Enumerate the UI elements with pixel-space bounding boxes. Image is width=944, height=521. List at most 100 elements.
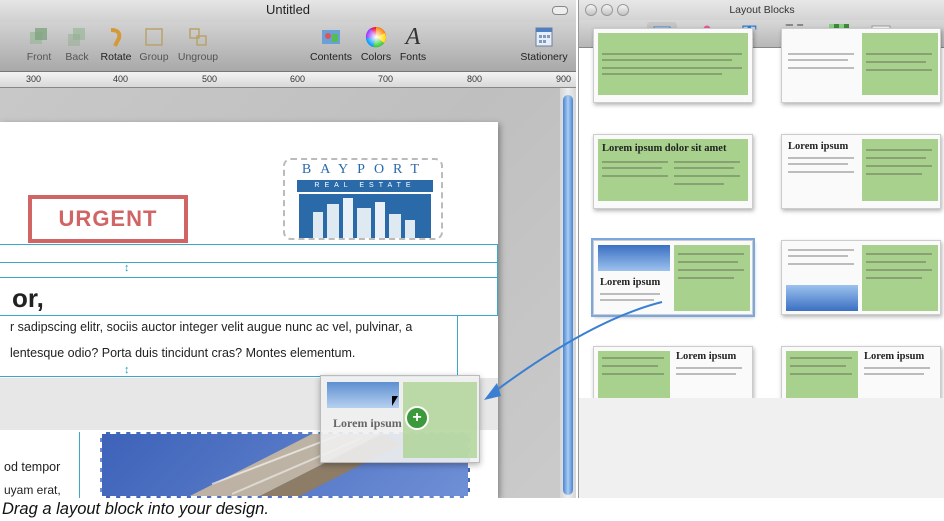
- text-line: [866, 269, 932, 271]
- layout-block[interactable]: Lorem ipsum dolor sit amet: [593, 134, 753, 209]
- ruler-tick: 400: [113, 74, 129, 84]
- colors-label: Colors: [360, 51, 392, 63]
- ghost-image: [327, 382, 399, 408]
- lower-text-line[interactable]: od tempor: [4, 460, 60, 474]
- panel-title: Layout Blocks: [579, 0, 944, 20]
- text-line: [678, 253, 744, 255]
- block-heading: Lorem ipsum: [676, 351, 737, 362]
- front-button[interactable]: Front: [26, 26, 52, 63]
- layout-block[interactable]: [781, 240, 941, 315]
- text-line: [674, 161, 740, 163]
- text-line: [864, 373, 924, 375]
- logo-subtitle: REAL ESTATE: [297, 180, 433, 192]
- panel-zoom-button[interactable]: [617, 4, 629, 16]
- colors-button[interactable]: Colors: [360, 26, 392, 63]
- lower-text-line[interactable]: uyam erat,: [4, 483, 61, 497]
- ruler-tick: 800: [467, 74, 483, 84]
- text-line: [788, 249, 854, 251]
- text-line: [866, 165, 932, 167]
- caption: Drag a layout block into your design.: [0, 498, 944, 521]
- window-title: Untitled: [0, 0, 576, 22]
- rotate-icon: [110, 28, 122, 47]
- text-line: [676, 373, 736, 375]
- stationery-button[interactable]: Stationery: [516, 26, 572, 63]
- layout-block[interactable]: Lorem ipsum: [781, 134, 941, 209]
- text-line: [866, 53, 932, 55]
- logo-name: BAYPORT: [301, 162, 429, 177]
- text-line: [788, 59, 848, 61]
- text-line: [602, 67, 742, 69]
- text-line: [788, 53, 854, 55]
- text-line: [602, 59, 732, 61]
- block-heading: Lorem ipsum dolor sit amet: [602, 143, 727, 154]
- front-label: Front: [26, 51, 52, 63]
- ungroup-button[interactable]: Ungroup: [176, 26, 220, 63]
- text-line: [678, 277, 734, 279]
- panel-minimize-button[interactable]: [601, 4, 613, 16]
- fonts-label: Fonts: [399, 51, 427, 63]
- group-button[interactable]: Group: [138, 26, 170, 63]
- dragged-layout-block[interactable]: Lorem ipsum +: [320, 375, 480, 463]
- ungroup-label: Ungroup: [177, 51, 219, 63]
- text-line: [602, 161, 668, 163]
- fonts-button[interactable]: A Fonts: [399, 24, 427, 63]
- document-heading[interactable]: or,: [12, 283, 44, 314]
- layout-blocks-panel: Layout Blocks T: [578, 0, 944, 498]
- text-line: [866, 277, 922, 279]
- back-label: Back: [65, 51, 89, 63]
- text-line: [788, 157, 854, 159]
- ruler-tick: 600: [290, 74, 306, 84]
- rotate-label: Rotate: [100, 51, 132, 63]
- text-line: [866, 157, 926, 159]
- window-zoom-button[interactable]: [552, 6, 568, 15]
- resize-handle-icon[interactable]: ↕: [124, 262, 130, 274]
- text-line: [600, 299, 654, 301]
- text-line: [600, 293, 660, 295]
- toolbar: Front Back Rotate Group Ungroup Contents: [0, 22, 576, 72]
- fonts-icon: A: [405, 24, 421, 50]
- text-line: [674, 175, 740, 177]
- text-line: [866, 149, 932, 151]
- urgent-stamp[interactable]: URGENT: [28, 195, 188, 243]
- mouse-cursor-icon: [392, 396, 404, 406]
- layout-block[interactable]: [593, 28, 753, 103]
- text-line: [602, 365, 658, 367]
- layout-block[interactable]: [781, 28, 941, 103]
- block-green-area: [862, 33, 938, 95]
- text-line: [866, 173, 922, 175]
- stationery-label: Stationery: [520, 51, 568, 63]
- add-plus-icon: +: [405, 406, 429, 430]
- group-label: Group: [139, 51, 169, 63]
- text-line: [602, 357, 664, 359]
- bayport-logo[interactable]: BAYPORT REAL ESTATE: [283, 158, 443, 240]
- text-line: [788, 67, 854, 69]
- contents-button[interactable]: Contents: [308, 26, 354, 63]
- text-line: [788, 163, 848, 165]
- contents-icon: [322, 30, 340, 44]
- back-button[interactable]: Back: [64, 26, 90, 63]
- text-line: [866, 253, 932, 255]
- panel-empty-area: [579, 398, 944, 498]
- panel-close-button[interactable]: [585, 4, 597, 16]
- ruler-tick: 300: [26, 74, 42, 84]
- body-text-line[interactable]: r sadipscing elitr, sociis auctor intege…: [10, 320, 412, 334]
- resize-handle-icon[interactable]: ↕: [124, 364, 130, 376]
- scrollbar-thumb[interactable]: [563, 95, 573, 495]
- text-line: [866, 261, 926, 263]
- text-line: [864, 367, 930, 369]
- text-line: [678, 261, 738, 263]
- text-line: [790, 357, 852, 359]
- rotate-button[interactable]: Rotate: [99, 26, 133, 63]
- text-line: [674, 167, 734, 169]
- layout-block-selected[interactable]: Lorem ipsum: [591, 238, 755, 317]
- text-line: [788, 171, 854, 173]
- body-text-line[interactable]: lentesque odio? Porta duis tincidunt cra…: [10, 346, 355, 360]
- ungroup-icon: [189, 28, 207, 46]
- ruler-tick: 700: [378, 74, 394, 84]
- group-icon: [145, 28, 163, 46]
- bring-front-icon: [30, 28, 47, 44]
- ruler-tick: 500: [202, 74, 218, 84]
- text-line: [866, 69, 932, 71]
- city-skyline-icon: [299, 194, 431, 238]
- block-image: [786, 285, 858, 311]
